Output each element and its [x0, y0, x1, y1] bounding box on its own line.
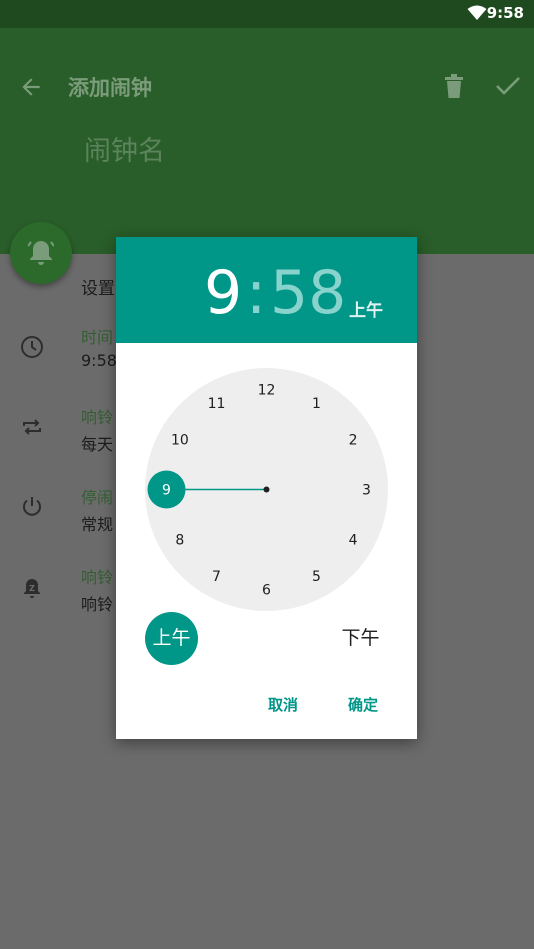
- clock-number-11[interactable]: 11: [208, 396, 226, 412]
- pm-button[interactable]: 下午: [334, 612, 387, 665]
- alarm-bell-icon: [28, 241, 54, 265]
- clock-number-7[interactable]: 7: [212, 569, 221, 585]
- row-time-title[interactable]: 时间: [81, 324, 113, 348]
- clock-face[interactable]: 12 1 2 3 4 5 6 7 8 9 10 11: [145, 368, 388, 611]
- clock-number-6[interactable]: 6: [262, 583, 271, 599]
- svg-text:Z: Z: [29, 584, 35, 593]
- am-button[interactable]: 上午: [145, 612, 198, 665]
- clock-number-9[interactable]: 9: [162, 483, 171, 499]
- page-title: 添加闹钟: [68, 76, 152, 100]
- clock-number-2[interactable]: 2: [349, 433, 358, 449]
- clock-dial: 121234567891011: [147, 383, 371, 599]
- clock-number-8[interactable]: 8: [175, 533, 184, 549]
- row-ringtone-title[interactable]: 响铃: [81, 564, 113, 588]
- clock-number-1[interactable]: 1: [312, 396, 321, 412]
- clock-number-3[interactable]: 3: [362, 483, 371, 499]
- ok-button[interactable]: 确定: [336, 687, 390, 721]
- clock-icon: [21, 336, 43, 358]
- settings-heading: 设置: [81, 279, 115, 299]
- clock-number-12[interactable]: 12: [258, 383, 276, 399]
- clock-number-5[interactable]: 5: [312, 569, 321, 585]
- snooze-icon: Z: [24, 579, 40, 598]
- save-check-icon[interactable]: [494, 74, 522, 98]
- row-dismiss-value: 常规: [81, 515, 114, 534]
- time-picker-header: 9 : 58 上午: [116, 237, 417, 343]
- status-bar: 9:58: [0, 0, 534, 28]
- delete-icon[interactable]: [443, 74, 465, 98]
- status-time: 9:58: [486, 4, 524, 22]
- period-display[interactable]: 上午: [349, 296, 383, 321]
- alarm-name-placeholder: 闹钟名: [84, 136, 165, 167]
- cancel-button[interactable]: 取消: [256, 687, 310, 721]
- wifi-icon: [467, 5, 487, 20]
- alarm-fab[interactable]: [10, 222, 72, 284]
- clock-center-dot: [263, 486, 270, 493]
- row-time-value: 9:58: [81, 351, 117, 370]
- time-separator: :: [246, 258, 267, 328]
- clock-number-4[interactable]: 4: [349, 533, 358, 549]
- repeat-icon: [23, 419, 41, 435]
- app-bar: 添加闹钟 闹钟名: [0, 28, 534, 264]
- back-arrow-icon[interactable]: [18, 74, 44, 100]
- time-picker-dialog: 9 : 58 上午 12 1 2 3 4 5 6 7 8 9 10 11 上午 下午 取消 确定: [116, 237, 417, 739]
- row-repeat-value: 每天: [81, 435, 114, 454]
- row-dismiss-title[interactable]: 停闹: [81, 484, 113, 508]
- power-icon: [23, 497, 41, 516]
- hour-display[interactable]: 9: [204, 257, 242, 329]
- row-repeat-title[interactable]: 响铃: [81, 404, 113, 428]
- minute-display[interactable]: 58: [270, 257, 346, 329]
- clock-number-10[interactable]: 10: [171, 433, 189, 449]
- row-ringtone-value: 响铃: [81, 595, 114, 614]
